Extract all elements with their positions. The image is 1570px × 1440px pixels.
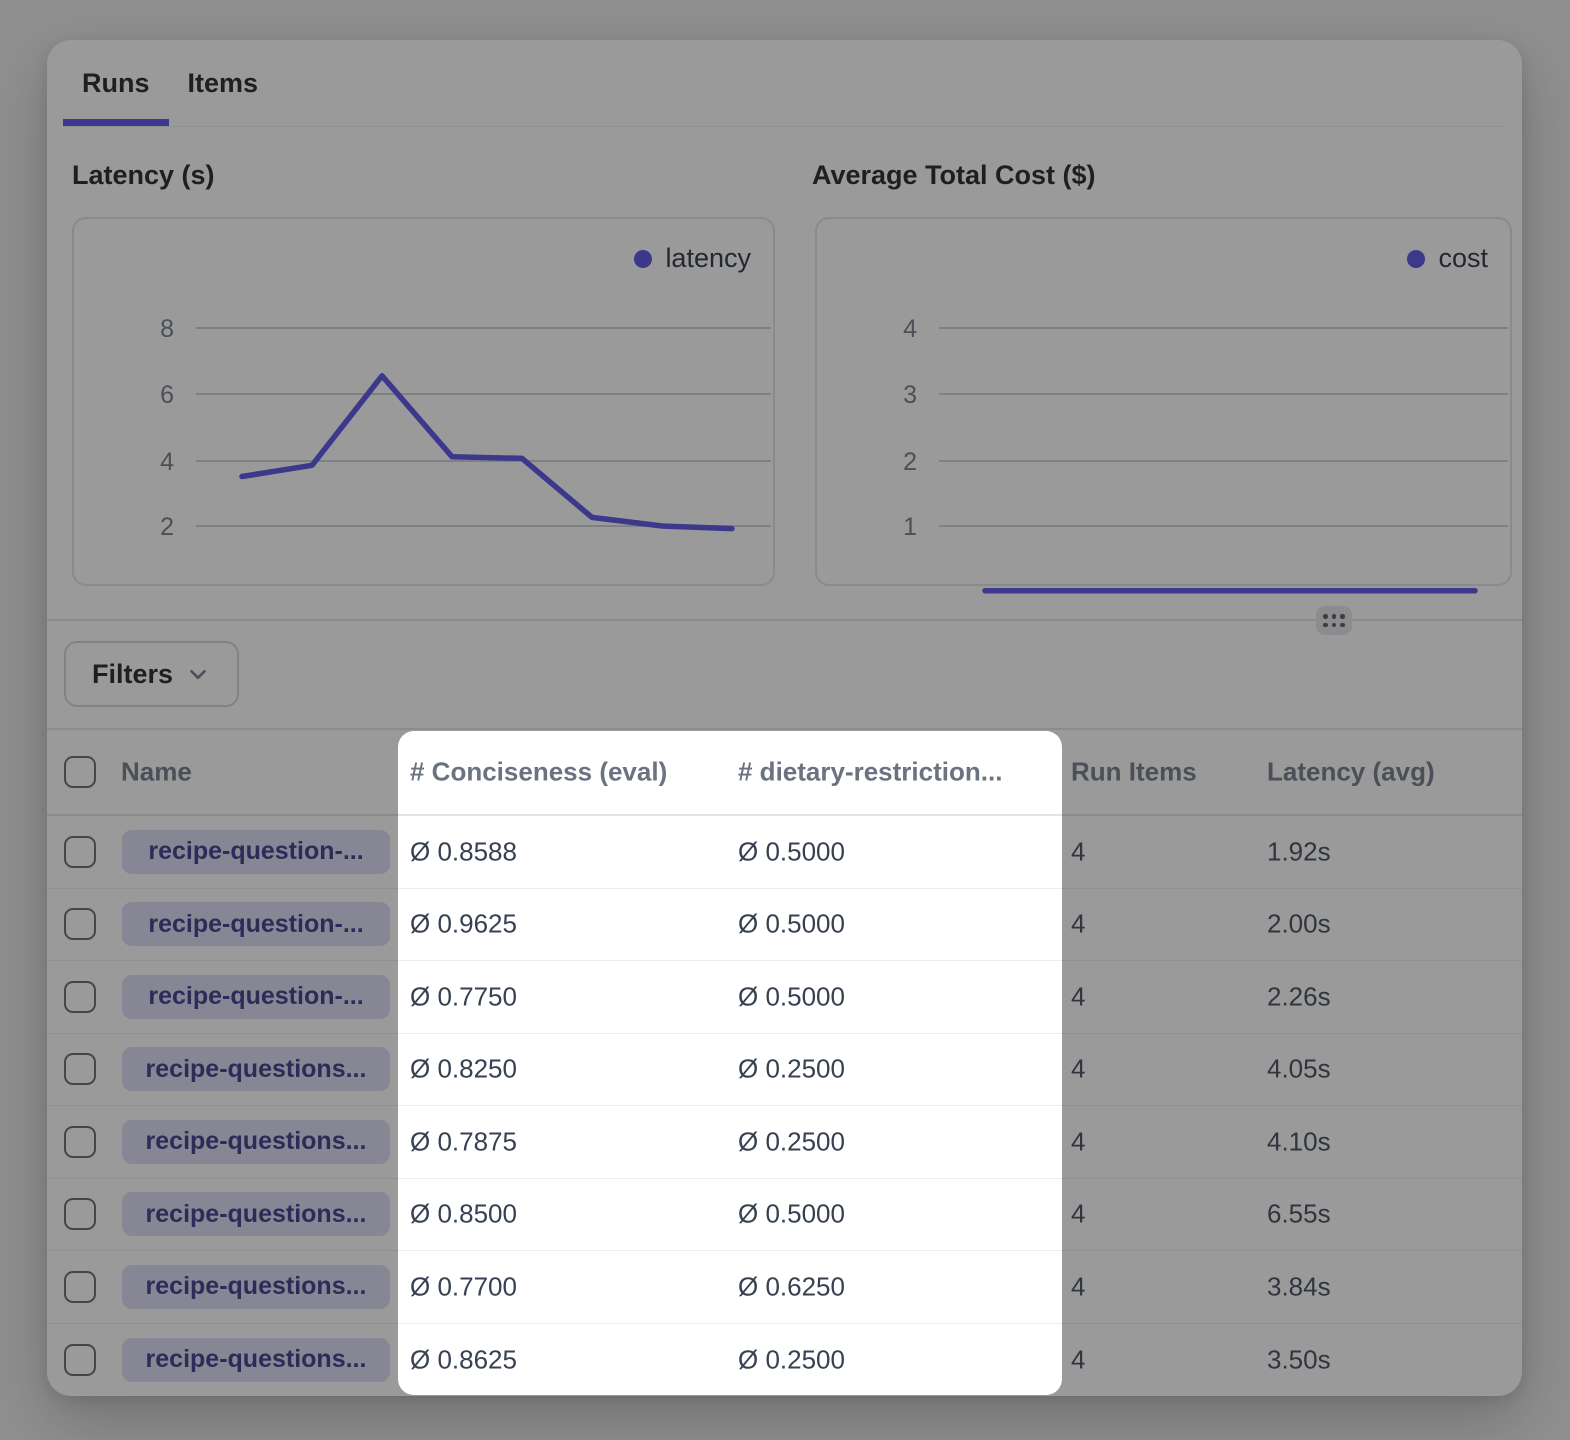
tab-items-label: Items	[188, 68, 259, 99]
svg-text:4: 4	[160, 448, 174, 476]
dietary-restriction-score-value: Ø 0.5000	[738, 909, 845, 940]
latency-legend-label: latency	[665, 243, 751, 274]
filters-button-label: Filters	[92, 659, 173, 690]
conciseness-score-value: Ø 0.7750	[410, 981, 517, 1012]
latency-avg-value: 1.92s	[1267, 836, 1331, 867]
dietary-restriction-score-value: Ø 0.2500	[738, 1054, 845, 1085]
run-items-value: 4	[1071, 1199, 1085, 1230]
run-items-value: 4	[1071, 1271, 1085, 1302]
row-checkbox[interactable]	[64, 1271, 96, 1303]
cost-legend-dot-icon	[1407, 250, 1425, 268]
svg-text:2: 2	[903, 448, 917, 476]
latency-avg-value: 2.26s	[1267, 981, 1331, 1012]
table-row: recipe-questions... Ø 0.7700 Ø 0.6250 4 …	[47, 1251, 1522, 1324]
run-name-badge[interactable]: recipe-question-...	[122, 830, 390, 874]
svg-text:3: 3	[903, 381, 917, 409]
runs-panel-card: Runs Items Latency (s) Average Total Cos…	[47, 40, 1522, 1396]
column-header-name[interactable]: Name	[121, 757, 192, 788]
cost-chart: 4 3 2 1 cost	[815, 217, 1512, 586]
run-name-badge[interactable]: recipe-question-...	[122, 975, 390, 1019]
row-checkbox[interactable]	[64, 1126, 96, 1158]
svg-text:8: 8	[160, 315, 174, 343]
column-header-dietary-restriction[interactable]: # dietary-restriction...	[738, 757, 1002, 788]
latency-avg-value: 3.50s	[1267, 1344, 1331, 1375]
latency-chart: 8 6 4 2 latency	[72, 217, 775, 586]
tab-runs-label: Runs	[82, 68, 150, 99]
table-row: recipe-questions... Ø 0.7875 Ø 0.2500 4 …	[47, 1106, 1522, 1179]
filters-button[interactable]: Filters	[64, 641, 239, 707]
dietary-restriction-score-value: Ø 0.5000	[738, 981, 845, 1012]
conciseness-score-value: Ø 0.9625	[410, 909, 517, 940]
run-name-badge[interactable]: recipe-question-...	[122, 902, 390, 946]
dietary-restriction-score-value: Ø 0.5000	[738, 836, 845, 867]
screen: Runs Items Latency (s) Average Total Cos…	[0, 0, 1570, 1440]
section-divider	[47, 619, 1522, 621]
column-header-run-items[interactable]: Run Items	[1071, 757, 1197, 788]
run-items-value: 4	[1071, 909, 1085, 940]
table-body: recipe-question-... Ø 0.8588 Ø 0.5000 4 …	[47, 816, 1522, 1396]
run-name-badge[interactable]: recipe-questions...	[122, 1338, 390, 1382]
svg-text:4: 4	[903, 315, 917, 343]
table-row: recipe-question-... Ø 0.7750 Ø 0.5000 4 …	[47, 961, 1522, 1034]
run-name-badge[interactable]: recipe-questions...	[122, 1265, 390, 1309]
row-checkbox[interactable]	[64, 1344, 96, 1376]
row-checkbox[interactable]	[64, 1198, 96, 1230]
row-checkbox[interactable]	[64, 836, 96, 868]
column-header-latency-avg[interactable]: Latency (avg)	[1267, 757, 1435, 788]
table-row: recipe-question-... Ø 0.9625 Ø 0.5000 4 …	[47, 889, 1522, 962]
table-row: recipe-questions... Ø 0.8250 Ø 0.2500 4 …	[47, 1034, 1522, 1107]
conciseness-score-value: Ø 0.8625	[410, 1344, 517, 1375]
conciseness-score-value: Ø 0.8500	[410, 1199, 517, 1230]
latency-avg-value: 4.05s	[1267, 1054, 1331, 1085]
cost-chart-title: Average Total Cost ($)	[812, 160, 1096, 191]
grip-dots-icon	[1323, 614, 1345, 627]
select-all-checkbox[interactable]	[64, 756, 96, 788]
conciseness-score-value: Ø 0.7875	[410, 1126, 517, 1157]
run-name-badge[interactable]: recipe-questions...	[122, 1192, 390, 1236]
run-name-badge[interactable]: recipe-questions...	[122, 1120, 390, 1164]
table-row: recipe-questions... Ø 0.8500 Ø 0.5000 4 …	[47, 1179, 1522, 1252]
run-items-value: 4	[1071, 1054, 1085, 1085]
run-items-value: 4	[1071, 836, 1085, 867]
run-items-value: 4	[1071, 981, 1085, 1012]
latency-line-chart: 8 6 4 2	[74, 219, 777, 588]
table-header: Name # Conciseness (eval) # dietary-rest…	[47, 728, 1522, 816]
latency-legend: latency	[634, 243, 751, 274]
run-items-value: 4	[1071, 1126, 1085, 1157]
tab-bar: Runs Items	[63, 40, 1506, 127]
conciseness-score-value: Ø 0.8588	[410, 836, 517, 867]
svg-text:1: 1	[903, 513, 917, 541]
latency-avg-value: 4.10s	[1267, 1126, 1331, 1157]
dietary-restriction-score-value: Ø 0.2500	[738, 1344, 845, 1375]
column-header-conciseness[interactable]: # Conciseness (eval)	[410, 757, 667, 788]
svg-text:6: 6	[160, 381, 174, 409]
dietary-restriction-score-value: Ø 0.5000	[738, 1199, 845, 1230]
latency-avg-value: 3.84s	[1267, 1271, 1331, 1302]
cost-legend: cost	[1407, 243, 1488, 274]
tab-runs[interactable]: Runs	[63, 40, 169, 126]
conciseness-score-value: Ø 0.8250	[410, 1054, 517, 1085]
latency-avg-value: 6.55s	[1267, 1199, 1331, 1230]
conciseness-score-value: Ø 0.7700	[410, 1271, 517, 1302]
svg-text:2: 2	[160, 513, 174, 541]
run-name-badge[interactable]: recipe-questions...	[122, 1047, 390, 1091]
row-checkbox[interactable]	[64, 1053, 96, 1085]
table-row: recipe-questions... Ø 0.8625 Ø 0.2500 4 …	[47, 1324, 1522, 1397]
run-items-value: 4	[1071, 1344, 1085, 1375]
latency-avg-value: 2.00s	[1267, 909, 1331, 940]
tab-items[interactable]: Items	[169, 40, 278, 126]
latency-chart-title: Latency (s)	[72, 160, 215, 191]
dietary-restriction-score-value: Ø 0.2500	[738, 1126, 845, 1157]
chevron-down-icon	[185, 661, 211, 687]
cost-legend-label: cost	[1438, 243, 1488, 274]
dietary-restriction-score-value: Ø 0.6250	[738, 1271, 845, 1302]
row-checkbox[interactable]	[64, 908, 96, 940]
drag-handle[interactable]	[1316, 606, 1352, 635]
latency-legend-dot-icon	[634, 250, 652, 268]
cost-line-chart: 4 3 2 1	[817, 219, 1514, 588]
row-checkbox[interactable]	[64, 981, 96, 1013]
table-row: recipe-question-... Ø 0.8588 Ø 0.5000 4 …	[47, 816, 1522, 889]
